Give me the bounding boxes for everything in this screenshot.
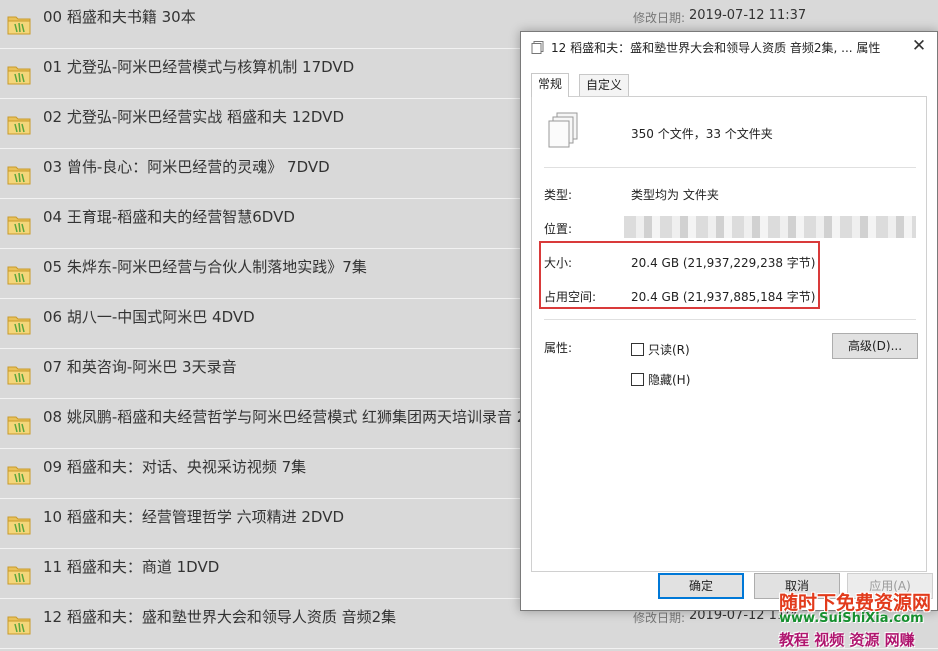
- folder-icon: [7, 566, 31, 585]
- location-label: 位置:: [544, 222, 573, 236]
- hidden-checkbox-label: 隐藏(H): [648, 373, 691, 387]
- file-name: 06 胡八一-中国式阿米巴 4DVD: [43, 308, 255, 326]
- readonly-checkbox[interactable]: 只读(R): [631, 341, 690, 358]
- folder-icon: [7, 216, 31, 235]
- readonly-checkbox-box[interactable]: [631, 343, 644, 356]
- cancel-button[interactable]: 取消: [754, 573, 840, 599]
- file-name: 05 朱烨东-阿米巴经营与合伙人制落地实践》7集: [43, 258, 367, 276]
- file-name: 00 稻盛和夫书籍 30本: [43, 8, 196, 26]
- tab-custom[interactable]: 自定义: [579, 74, 630, 96]
- location-value-redacted: [624, 216, 916, 238]
- file-name: 01 尤登弘-阿米巴经营模式与核算机制 17DVD: [43, 58, 355, 76]
- modified-date-label: 修改日期:: [633, 11, 686, 25]
- separator: [544, 167, 916, 168]
- general-tab-panel: 350 个文件，33 个文件夹 类型: 类型均为 文件夹 位置: 大小: 20.…: [531, 96, 927, 572]
- modified-date: 2019-07-12 11:37: [689, 8, 807, 23]
- folder-icon: [7, 466, 31, 485]
- file-name: 08 姚凤鹏-稻盛和夫经营哲学与阿米巴经营模式 红狮集团两天培训录音 2: [43, 408, 523, 426]
- folder-icon: [7, 266, 31, 285]
- file-folder-count: 350 个文件，33 个文件夹: [631, 127, 773, 141]
- type-label: 类型:: [544, 188, 573, 202]
- file-name: 03 曾伟-良心：阿米巴经营的灵魂》 7DVD: [43, 158, 330, 176]
- ok-button[interactable]: 确定: [658, 573, 744, 599]
- hidden-checkbox[interactable]: 隐藏(H): [631, 371, 690, 388]
- modified-date-label: 修改日期:: [633, 611, 686, 625]
- folder-icon: [7, 16, 31, 35]
- attributes-label: 属性:: [544, 341, 573, 355]
- readonly-checkbox-label: 只读(R): [648, 343, 690, 357]
- folder-icon: [7, 616, 31, 635]
- size-highlight-box: [539, 241, 820, 309]
- tab-general[interactable]: 常规: [531, 73, 570, 97]
- dialog-title: 12 稻盛和夫：盛和塾世界大会和领导人资质 音频2集, ... 属性: [551, 41, 881, 55]
- folder-icon: [7, 366, 31, 385]
- folder-icon: [7, 416, 31, 435]
- type-value: 类型均为 文件夹: [631, 188, 719, 202]
- file-name: 10 稻盛和夫：经营管理哲学 六项精进 2DVD: [43, 508, 345, 526]
- file-name: 12 稻盛和夫：盛和塾世界大会和领导人资质 音频2集: [43, 608, 397, 626]
- file-name: 04 王育琨-稻盛和夫的经营智慧6DVD: [43, 208, 295, 226]
- folder-icon: [7, 66, 31, 85]
- hidden-checkbox-box[interactable]: [631, 373, 644, 386]
- advanced-button[interactable]: 高级(D)...: [832, 333, 918, 359]
- multiple-files-icon: [548, 112, 578, 148]
- file-name: 02 尤登弘-阿米巴经营实战 稻盛和夫 12DVD: [43, 108, 344, 126]
- close-button[interactable]: ✕: [907, 36, 931, 58]
- file-name: 11 稻盛和夫：商道 1DVD: [43, 558, 220, 576]
- folder-icon: [7, 116, 31, 135]
- file-name: 07 和英咨询-阿米巴 3天录音: [43, 358, 237, 376]
- folder-icon: [7, 316, 31, 335]
- properties-dialog: 12 稻盛和夫：盛和塾世界大会和领导人资质 音频2集, ... 属性 ✕ 常规 …: [520, 31, 938, 611]
- folder-icon: [7, 166, 31, 185]
- file-name: 09 稻盛和夫：对话、央视采访视频 7集: [43, 458, 307, 476]
- apply-button[interactable]: 应用(A): [847, 573, 933, 599]
- folder-icon: [7, 516, 31, 535]
- folder-properties-icon: [531, 41, 544, 54]
- dialog-titlebar[interactable]: 12 稻盛和夫：盛和塾世界大会和领导人资质 音频2集, ... 属性 ✕: [521, 32, 937, 62]
- separator: [544, 319, 916, 320]
